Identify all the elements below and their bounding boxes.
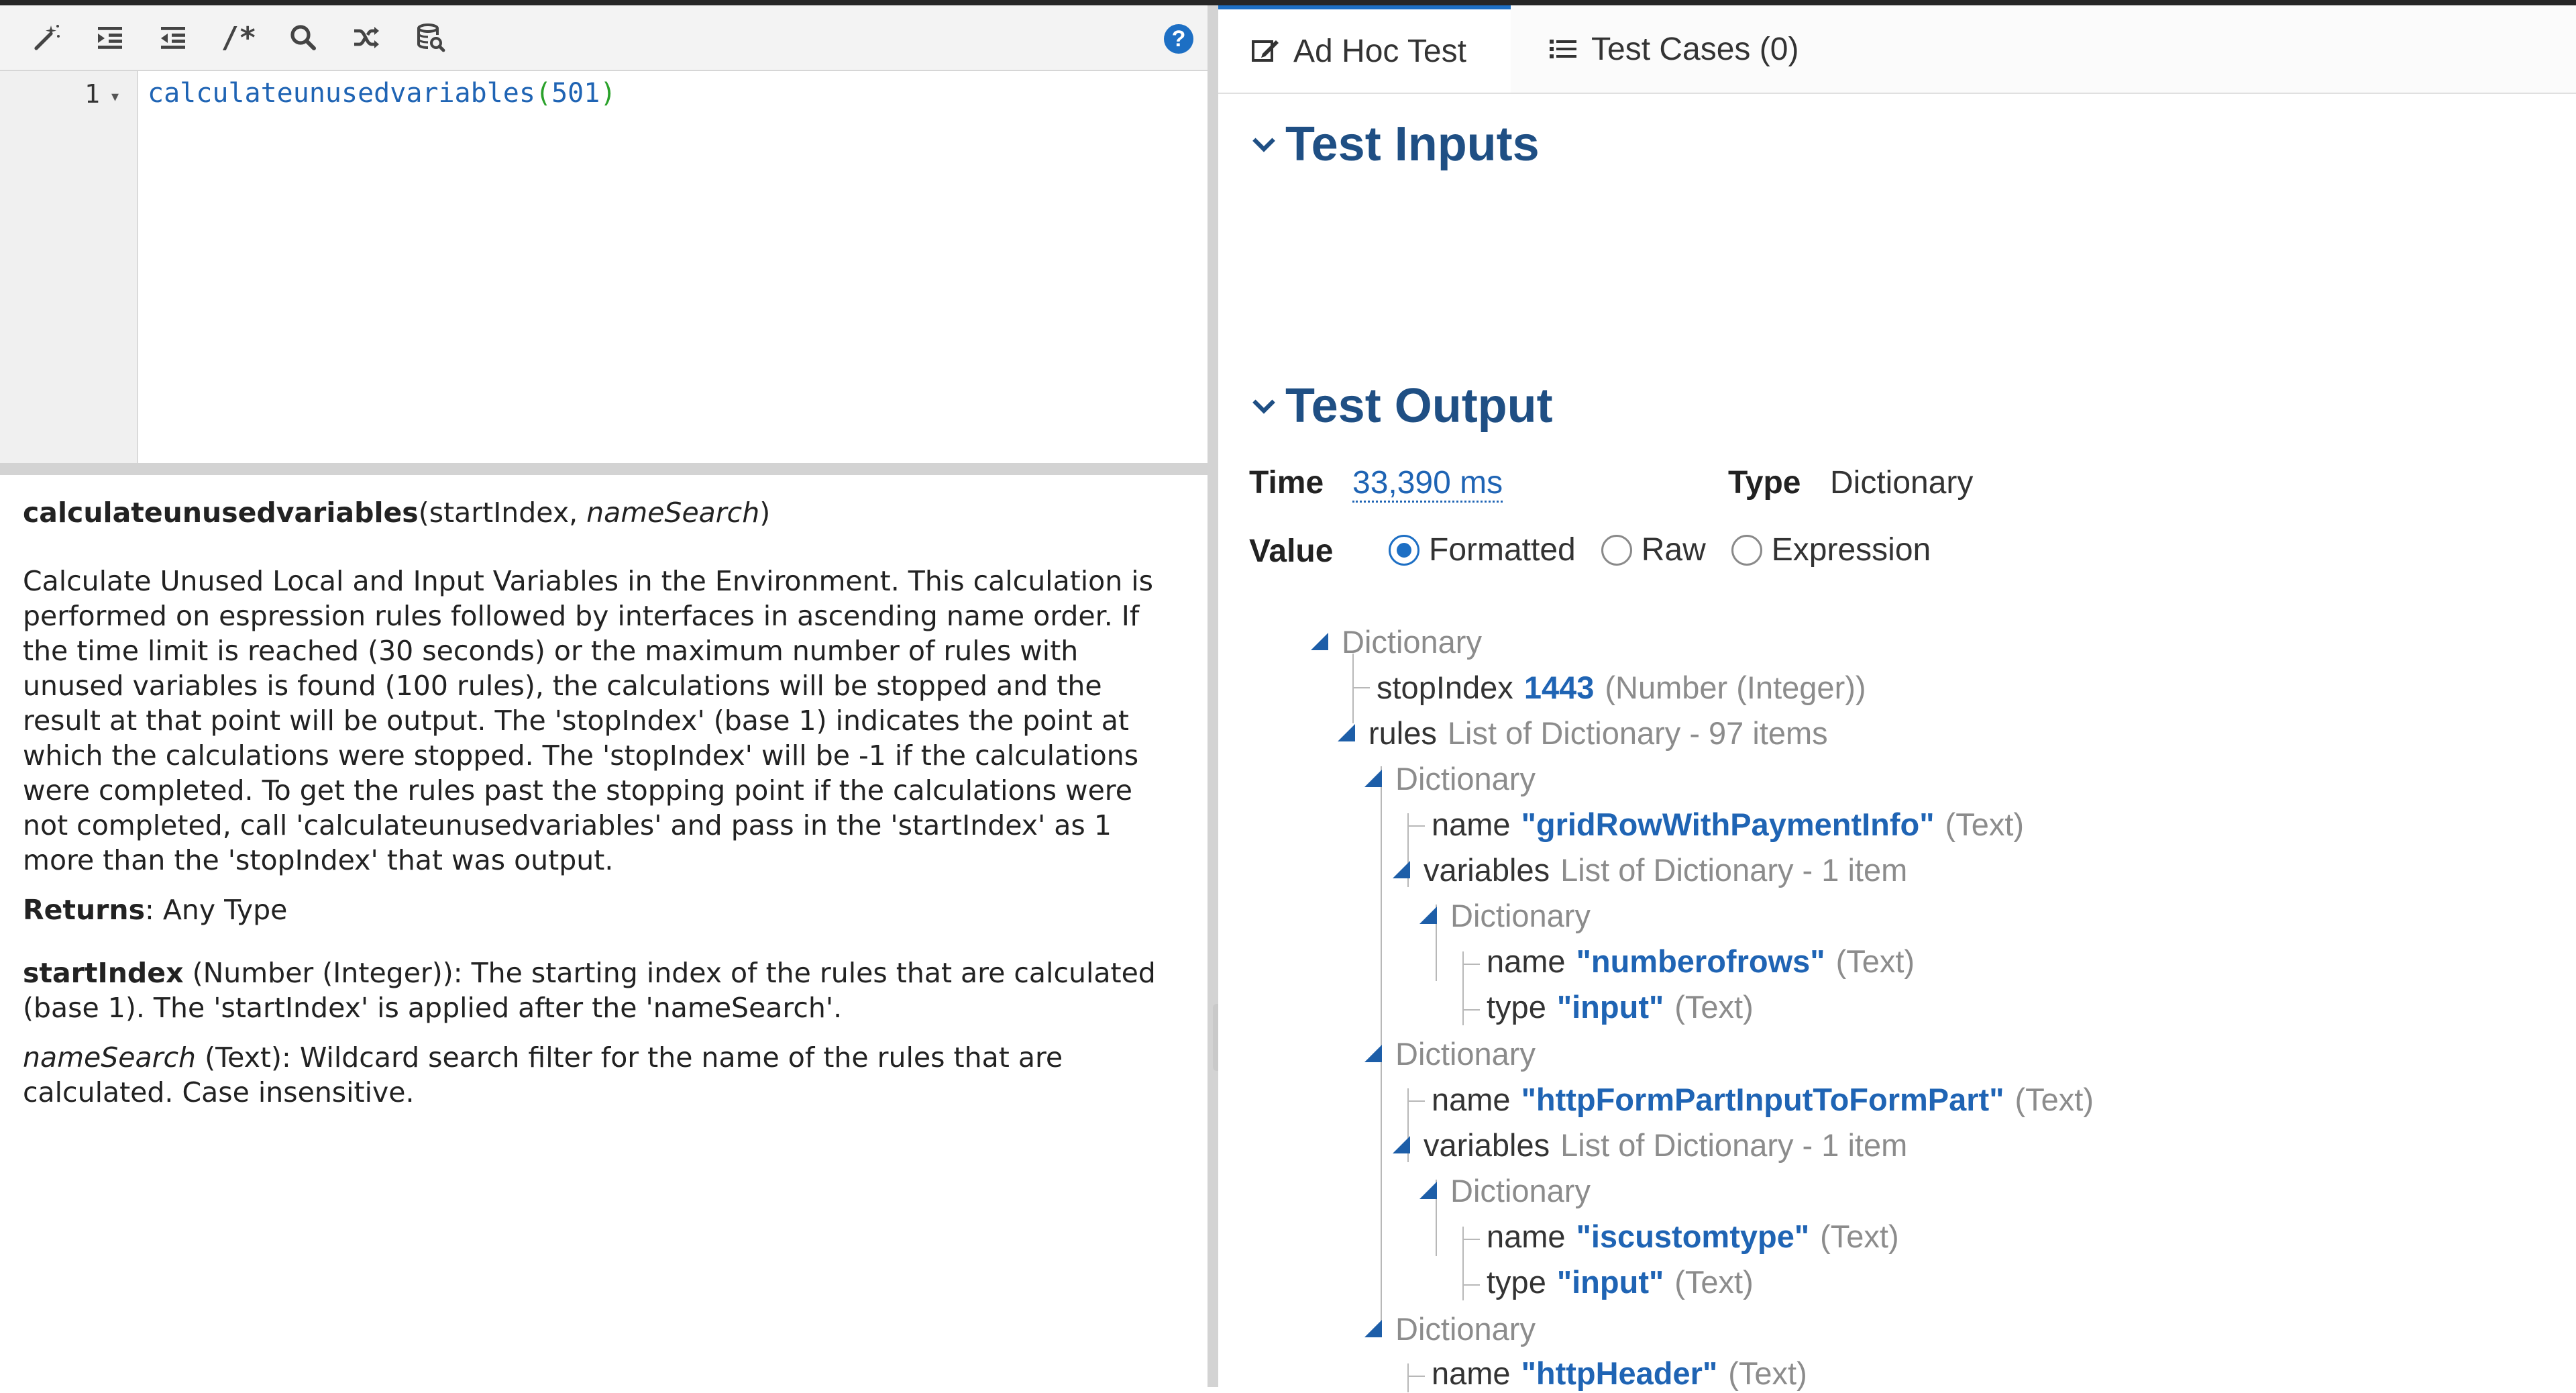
expand-triangle-icon[interactable] [1338, 724, 1355, 741]
tree-node-name: name "httpFormPartInputToFormPart" (Text) [1432, 1081, 2094, 1117]
tree-node-dictionary[interactable]: Dictionary [1419, 895, 1591, 935]
param-name-search: nameSearch (Text): Wildcard search filte… [23, 1041, 1063, 1108]
expand-triangle-icon[interactable] [1419, 1182, 1437, 1199]
horizontal-splitter[interactable] [0, 463, 1208, 475]
tree-node-type: type "input" (Text) [1487, 988, 1754, 1025]
line-gutter: 1 ▾ [0, 71, 138, 463]
tree-node-dictionary[interactable]: Dictionary [1364, 758, 1536, 798]
param-start-index: startIndex (Number (Integer)): The start… [23, 957, 1156, 1024]
code-argument: 501 [551, 78, 600, 109]
code-function-name: calculateunusedvariables [148, 78, 535, 109]
outdent-icon[interactable] [153, 17, 193, 58]
test-pane: Ad Hoc Test Test Cases (0) Test Inputs T… [1218, 5, 2576, 1392]
line-number: 1 [85, 79, 100, 109]
tree-node-dictionary[interactable]: Dictionary [1364, 1308, 1536, 1349]
tree-node-root[interactable]: Dictionary [1311, 621, 1482, 662]
expand-triangle-icon[interactable] [1393, 861, 1410, 878]
function-documentation: calculateunusedvariables(startIndex, nam… [23, 495, 1177, 1110]
expand-triangle-icon[interactable] [1393, 1136, 1410, 1153]
returns-line: Returns: Any Type [23, 894, 288, 926]
magic-wand-icon[interactable] [27, 17, 67, 58]
function-description: Calculate Unused Local and Input Variabl… [23, 565, 1154, 876]
expand-triangle-icon[interactable] [1364, 1045, 1382, 1062]
expand-triangle-icon[interactable] [1364, 770, 1382, 787]
tree-node-name: name "iscustomtype" (Text) [1487, 1218, 1899, 1254]
output-tree: Dictionary stopIndex 1443 (Number (Integer… [1218, 5, 2576, 1392]
tree-node-dictionary[interactable]: Dictionary [1364, 1033, 1536, 1074]
comment-icon[interactable]: /* [219, 17, 259, 58]
tree-node-variables[interactable]: variables List of Dictionary - 1 item [1393, 849, 1907, 890]
window-top-strip [0, 0, 2576, 5]
fold-toggle-icon[interactable]: ▾ [111, 89, 119, 105]
expand-triangle-icon[interactable] [1419, 907, 1437, 924]
code-paren-close: ) [600, 78, 616, 109]
code-editor[interactable]: 1 ▾ calculateunusedvariables(501) [0, 71, 1208, 463]
tree-node-name: name "gridRowWithPaymentInfo" (Text) [1432, 806, 2025, 842]
tree-node-stopindex: stopIndex 1443 (Number (Integer)) [1377, 669, 1866, 705]
tree-node-variables[interactable]: variables List of Dictionary - 1 item [1393, 1125, 1907, 1165]
vertical-splitter[interactable] [1208, 5, 1218, 1387]
indent-icon[interactable] [90, 17, 130, 58]
function-signature: calculateunusedvariables(startIndex, nam… [23, 497, 771, 529]
expand-triangle-icon[interactable] [1311, 633, 1328, 650]
tree-node-name: name "httpHeader" (Text) [1432, 1355, 1807, 1391]
database-search-icon[interactable] [411, 17, 451, 58]
tree-node-type: type "input" (Text) [1487, 1263, 1754, 1300]
code-line[interactable]: calculateunusedvariables(501) [148, 78, 616, 109]
expand-triangle-icon[interactable] [1364, 1320, 1382, 1337]
editor-toolbar: /* ? [0, 5, 1208, 71]
search-icon[interactable] [283, 17, 323, 58]
help-icon[interactable]: ? [1164, 24, 1193, 54]
shuffle-icon[interactable] [346, 17, 386, 58]
code-paren-open: ( [535, 78, 552, 109]
tree-node-name: name "numberofrows" (Text) [1487, 943, 1915, 979]
expression-editor-pane: /* ? 1 ▾ calculateunusedvariables(501) c… [0, 5, 1208, 1387]
tree-node-dictionary[interactable]: Dictionary [1419, 1170, 1591, 1210]
tree-node-rules[interactable]: rules List of Dictionary - 97 items [1338, 713, 1828, 753]
